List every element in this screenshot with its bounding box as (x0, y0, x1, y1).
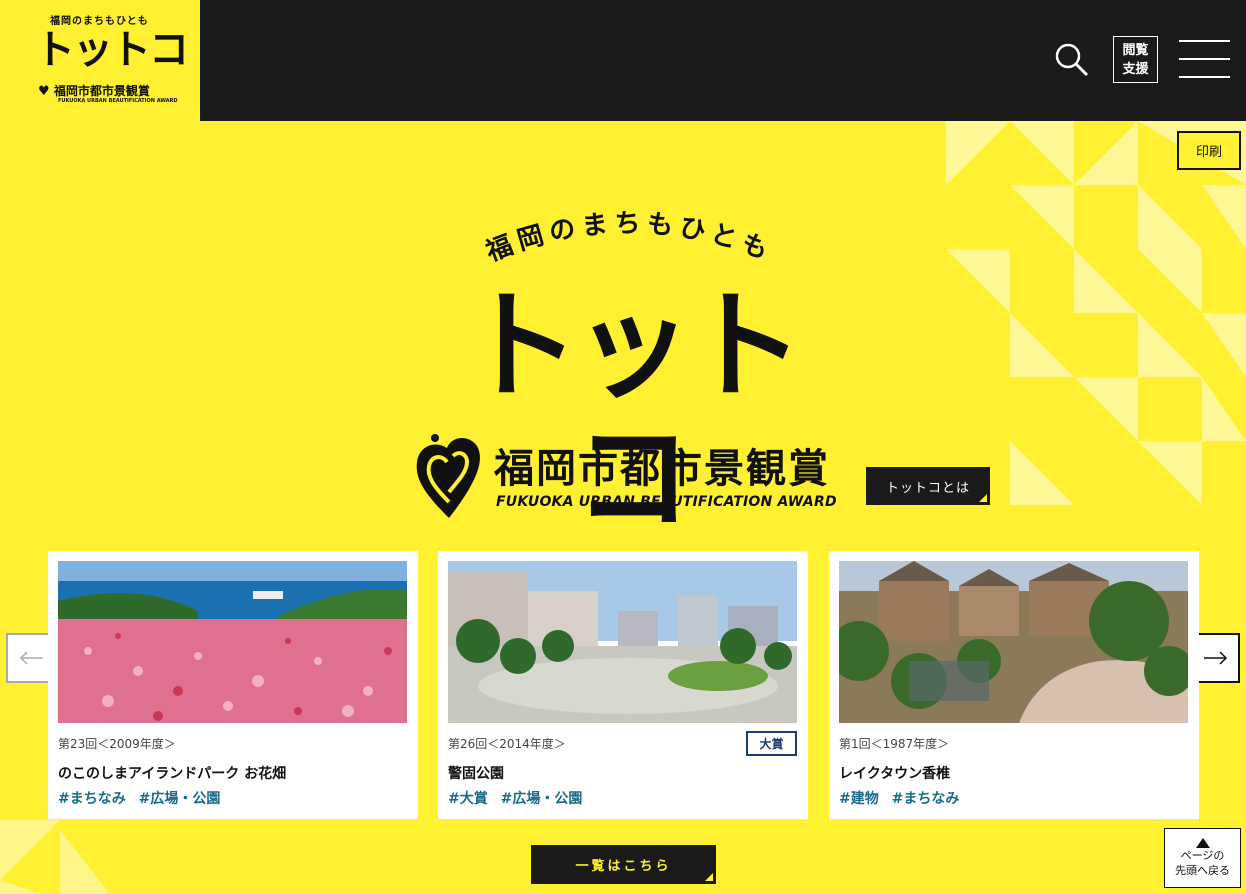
logo-award-text: 福岡市都市景観賞 (53, 84, 150, 98)
award-card[interactable]: 第1回＜1987年度＞ レイクタウン香椎 #建物 #まちなみ (829, 551, 1199, 819)
menu-line-icon (1179, 58, 1230, 60)
print-button[interactable]: 印刷 (1177, 131, 1241, 170)
award-heart-icon (416, 434, 480, 518)
logo-award: ♥ 福岡市都市景観賞 (38, 82, 150, 99)
search-button[interactable] (1052, 40, 1092, 80)
about-tottoko-button[interactable]: トットコとは (866, 467, 990, 505)
card-title: レイクタウン香椎 (839, 766, 951, 782)
svg-text:福岡のまちもひとも: 福岡のまちもひとも (481, 209, 778, 268)
menu-button[interactable] (1179, 40, 1230, 78)
menu-line-icon (1179, 76, 1230, 78)
card-tags: #まちなみ #広場・公園 (58, 788, 228, 808)
card-image-housing (839, 561, 1188, 723)
card-image-flower-field (58, 561, 407, 723)
card-tags: #大賞 #広場・公園 (448, 788, 590, 808)
award-title-en: FUKUOKA URBAN BEAUTIFICATION AWARD (496, 494, 837, 510)
card-tags: #建物 #まちなみ (839, 788, 967, 808)
list-label: 一覧はこちら (575, 859, 672, 874)
logo-heart-icon: ♥ (38, 84, 50, 99)
hero-subtitle: 福岡のまちもひとも (481, 209, 778, 268)
search-icon (1055, 43, 1089, 77)
logo-award-en: FUKUOKA URBAN BEAUTIFICATION AWARD (58, 98, 178, 104)
back-to-top-label-2: 先頭へ戻る (1175, 864, 1230, 877)
award-card[interactable]: 第26回＜2014年度＞ 大賞 警固公園 #大賞 #広場・公園 (438, 551, 808, 819)
tag-link[interactable]: #広場・公園 (139, 791, 221, 807)
grand-prize-badge: 大賞 (746, 731, 797, 756)
corner-triangle-icon (979, 494, 987, 502)
tag-link[interactable]: #まちなみ (58, 791, 126, 807)
arrow-left-icon (19, 651, 43, 665)
award-card[interactable]: 第23回＜2009年度＞ のこのしまアイランドパーク お花畑 #まちなみ #広場… (48, 551, 418, 819)
card-image-park (448, 561, 797, 723)
arrow-right-icon (1203, 651, 1227, 665)
hero-subtitle-text: 福岡のまちもひとも (481, 209, 772, 268)
card-edition: 第23回＜2009年度＞ (58, 737, 176, 751)
back-to-top-label-1: ページの (1180, 849, 1225, 862)
about-label: トットコとは (885, 480, 970, 496)
view-list-button[interactable]: 一覧はこちら (531, 845, 716, 884)
browsing-assist-button[interactable]: 閲覧 支援 (1113, 36, 1158, 83)
menu-line-icon (1179, 40, 1230, 42)
tag-link[interactable]: #広場・公園 (501, 791, 583, 807)
arrow-up-icon (1195, 838, 1210, 848)
site-logo[interactable]: 福岡のまちもひとも トットコ ♥ 福岡市都市景観賞 FUKUOKA URBAN … (0, 0, 200, 121)
assist-label-2: 支援 (1122, 61, 1149, 77)
tag-link[interactable]: #まちなみ (892, 791, 960, 807)
card-edition: 第26回＜2014年度＞ (448, 737, 566, 751)
tag-link[interactable]: #建物 (839, 791, 879, 807)
assist-label-1: 閲覧 (1122, 42, 1149, 58)
back-to-top-button[interactable]: ページの 先頭へ戻る (1164, 828, 1241, 888)
logo-title: トットコ (35, 27, 189, 73)
card-title: 警固公園 (448, 766, 504, 782)
card-edition: 第1回＜1987年度＞ (839, 737, 950, 751)
award-title: 福岡市都市景観賞 (494, 446, 830, 492)
logo-subtitle: 福岡のまちもひとも (50, 16, 149, 27)
tag-link[interactable]: #大賞 (448, 791, 488, 807)
card-title: のこのしまアイランドパーク お花畑 (58, 766, 287, 782)
corner-triangle-icon (705, 873, 713, 881)
